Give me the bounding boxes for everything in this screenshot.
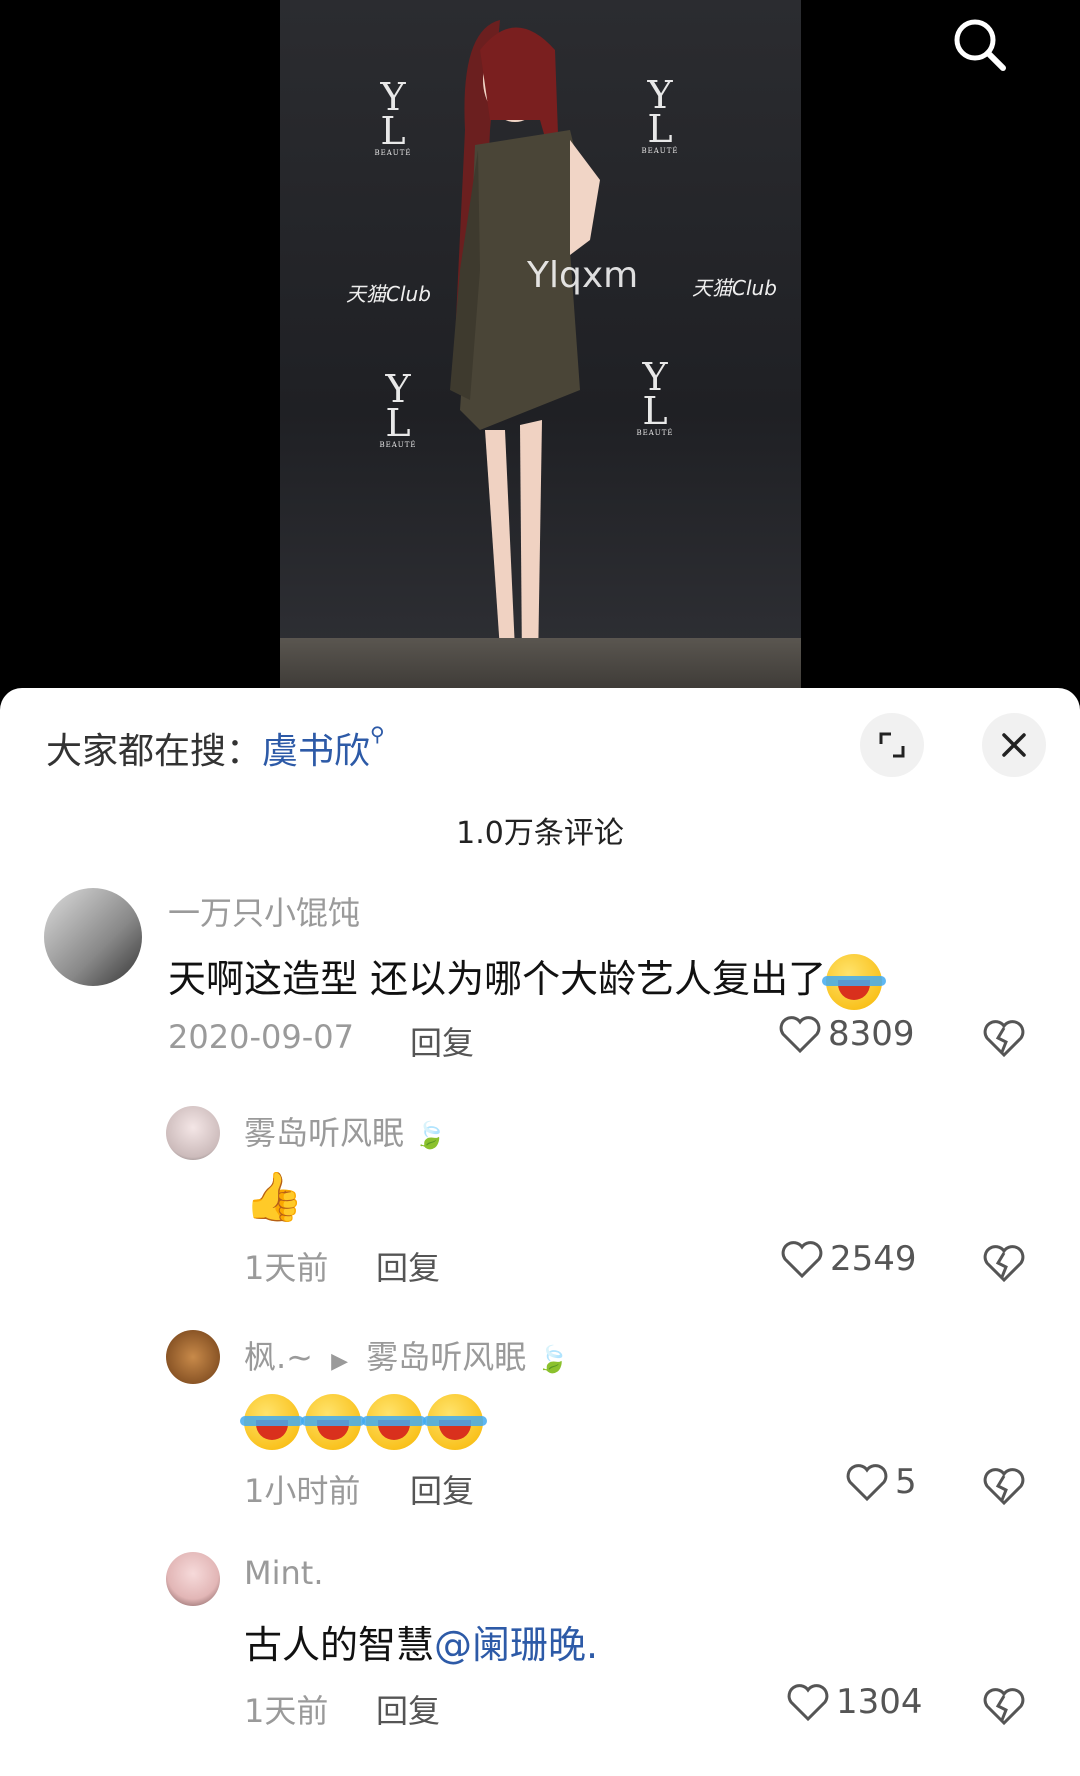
hot-search-bar[interactable]: 大家都在搜：虞书欣⚲ — [46, 722, 385, 774]
leaf-icon: 🍃 — [414, 1121, 447, 1151]
comment-time: 2020-09-07 — [168, 1018, 354, 1056]
dislike-icon[interactable] — [982, 1466, 1026, 1506]
mention-link[interactable]: @阑珊晚. — [434, 1623, 598, 1667]
comment-username[interactable]: 雾岛听风眠 🍃 — [244, 1108, 447, 1154]
ysl-logo: Y L BEAUTÉ — [641, 73, 679, 155]
comment-time: 1天前 — [244, 1692, 329, 1730]
comment-text: 古人的智慧@阑珊晚. — [244, 1623, 599, 1667]
video-frame: Y L BEAUTÉ Y L BEAUTÉ Y L BEAUTÉ Y L BEAUTÉ 天猫Cl… — [280, 0, 801, 688]
heart-icon — [787, 1684, 829, 1722]
dislike-icon[interactable] — [982, 1243, 1026, 1283]
like-button[interactable]: 8309 — [778, 1014, 915, 1054]
reply-arrow-icon: ▶ — [331, 1349, 349, 1374]
like-button[interactable]: 5 — [845, 1462, 917, 1502]
comment-text: 天啊这造型 还以为哪个大龄艺人复出了 — [168, 948, 887, 1010]
ysl-logo: Y L BEAUTÉ — [379, 367, 417, 449]
comment-time: 1天前 — [244, 1249, 329, 1287]
comment-username[interactable]: 枫.~ ▶ 雾岛听风眠 🍃 — [244, 1332, 569, 1378]
video-player[interactable]: Y L BEAUTÉ Y L BEAUTÉ Y L BEAUTÉ Y L BEAUTÉ 天猫Cl… — [0, 0, 1080, 700]
avatar[interactable] — [166, 1330, 220, 1384]
dislike-icon[interactable] — [982, 1686, 1026, 1726]
reply-button[interactable]: 回复 — [376, 1686, 440, 1732]
brand-text-right: 天猫Club — [692, 276, 777, 300]
search-icon[interactable] — [945, 10, 1015, 80]
comment-username[interactable]: Mint. — [244, 1554, 324, 1592]
avatar[interactable] — [44, 888, 142, 986]
comment-text: 👍 — [244, 1168, 304, 1225]
like-button[interactable]: 2549 — [780, 1239, 917, 1279]
like-count: 8309 — [828, 1014, 915, 1054]
heart-icon — [781, 1241, 823, 1279]
laugh-cry-emoji — [301, 1394, 366, 1450]
close-icon — [1002, 733, 1026, 757]
like-count: 5 — [895, 1462, 917, 1502]
comment-text — [240, 1394, 488, 1450]
heart-icon — [779, 1016, 821, 1054]
reply-button[interactable]: 回复 — [410, 1466, 474, 1512]
video-floor — [280, 638, 801, 688]
leaf-icon: 🍃 — [536, 1345, 569, 1375]
ysl-logo: Y L BEAUTÉ — [636, 355, 674, 437]
video-watermark: Ylqxm — [527, 255, 639, 296]
laugh-cry-emoji — [362, 1394, 427, 1450]
thumbs-up-emoji: 👍 — [244, 1169, 304, 1225]
like-count: 1304 — [836, 1682, 923, 1722]
comment-sheet: 大家都在搜：虞书欣⚲ 1.0万条评论 一万只小馄饨 天啊这造型 还以为哪个大龄艺… — [0, 688, 1080, 1776]
search-icon: ⚲ — [370, 722, 385, 746]
laugh-cry-emoji — [240, 1394, 304, 1450]
laugh-cry-emoji — [423, 1394, 488, 1450]
close-button[interactable] — [982, 713, 1046, 777]
comment-time: 1小时前 — [244, 1472, 361, 1510]
comment-username[interactable]: 一万只小馄饨 — [168, 888, 360, 934]
avatar[interactable] — [166, 1552, 220, 1606]
reply-button[interactable]: 回复 — [376, 1243, 440, 1289]
brand-text-left: 天猫Club — [346, 282, 431, 306]
expand-button[interactable] — [860, 713, 924, 777]
like-count: 2549 — [830, 1239, 917, 1279]
hot-search-keyword[interactable]: 虞书欣 — [262, 731, 370, 772]
heart-icon — [846, 1464, 888, 1502]
like-button[interactable]: 1304 — [786, 1682, 923, 1722]
comment-count: 1.0万条评论 — [456, 816, 624, 851]
hot-search-prefix: 大家都在搜： — [46, 731, 263, 772]
person-figure — [450, 20, 600, 673]
expand-icon — [879, 732, 905, 758]
laugh-cry-emoji — [822, 953, 887, 1010]
ysl-logo: Y L BEAUTÉ — [374, 75, 412, 157]
avatar[interactable] — [166, 1106, 220, 1160]
reply-button[interactable]: 回复 — [410, 1018, 474, 1064]
dislike-icon[interactable] — [982, 1018, 1026, 1058]
